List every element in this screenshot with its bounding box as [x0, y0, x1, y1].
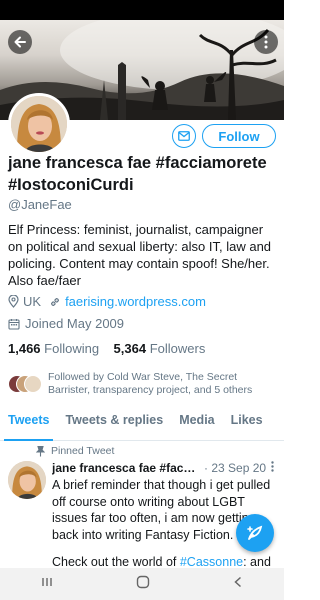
message-button[interactable]: [172, 124, 196, 148]
joined-date: Joined May 2009: [25, 316, 125, 331]
followed-by-text: Followed by Cold War Steve, The Secret B…: [48, 371, 253, 396]
profile-avatar[interactable]: [8, 93, 70, 155]
profile-name: jane francesca fae #facciamorete #Iostoc…: [8, 154, 267, 194]
tweet-date[interactable]: · 23 Sep 20: [204, 461, 266, 475]
more-vertical-icon: [271, 461, 274, 472]
profile-location: UK: [23, 294, 42, 309]
more-vertical-icon: [264, 35, 268, 49]
compose-tweet-icon: [247, 525, 263, 540]
mail-icon: [178, 131, 190, 141]
more-options-button[interactable]: [254, 30, 278, 54]
tweet-header: jane francesca fae #facciamorete #Iostoc…: [52, 461, 280, 475]
arrow-left-icon: [14, 36, 26, 48]
tweet-author-name[interactable]: jane francesca fae #facciamorete #Iostoc…: [52, 461, 200, 475]
back-button[interactable]: [8, 30, 32, 54]
link-icon: [51, 297, 60, 306]
following-link[interactable]: 1,466 Following: [8, 341, 99, 356]
tab-tweets[interactable]: Tweets: [0, 402, 57, 441]
calendar-icon: [8, 318, 20, 330]
pin-icon: [36, 445, 45, 456]
profile-tabs: Tweets Tweets & replies Media Likes: [0, 402, 284, 441]
hashtag-link[interactable]: #Cassonne: [180, 555, 243, 569]
profile-bio: Elf Princess: feminist, journalist, camp…: [8, 222, 272, 288]
system-nav-bar: [0, 568, 284, 600]
tweet-more-button[interactable]: [271, 461, 274, 475]
tab-media[interactable]: Media: [171, 402, 222, 440]
pinned-tweet-label: Pinned Tweet: [36, 445, 114, 457]
recent-apps-button[interactable]: [41, 575, 53, 593]
chevron-left-icon: [234, 576, 241, 588]
home-icon: [136, 575, 150, 588]
location-pin-icon: [8, 295, 19, 308]
tweet-author-avatar[interactable]: [8, 461, 46, 499]
home-button[interactable]: [136, 575, 150, 594]
tab-likes[interactable]: Likes: [223, 402, 271, 440]
compose-tweet-button[interactable]: [236, 514, 274, 552]
tab-tweets-replies[interactable]: Tweets & replies: [57, 402, 171, 440]
followers-link[interactable]: 5,364 Followers: [114, 341, 206, 356]
profile-joined: Joined May 2009: [8, 316, 124, 331]
system-back-button[interactable]: [233, 575, 243, 593]
recent-apps-icon: [42, 578, 53, 586]
profile-location-website: UK faerising.wordpress.com: [8, 294, 206, 309]
follow-button[interactable]: Follow: [202, 124, 276, 148]
followed-by-row[interactable]: Followed by Cold War Steve, The Secret B…: [8, 371, 280, 397]
profile-website-link[interactable]: faerising.wordpress.com: [65, 294, 206, 309]
follow-counts: 1,466 Following 5,364 Followers: [8, 341, 205, 356]
profile-handle: @JaneFae: [8, 197, 72, 212]
followed-by-avatars: [8, 371, 48, 395]
status-bar: [0, 0, 284, 20]
